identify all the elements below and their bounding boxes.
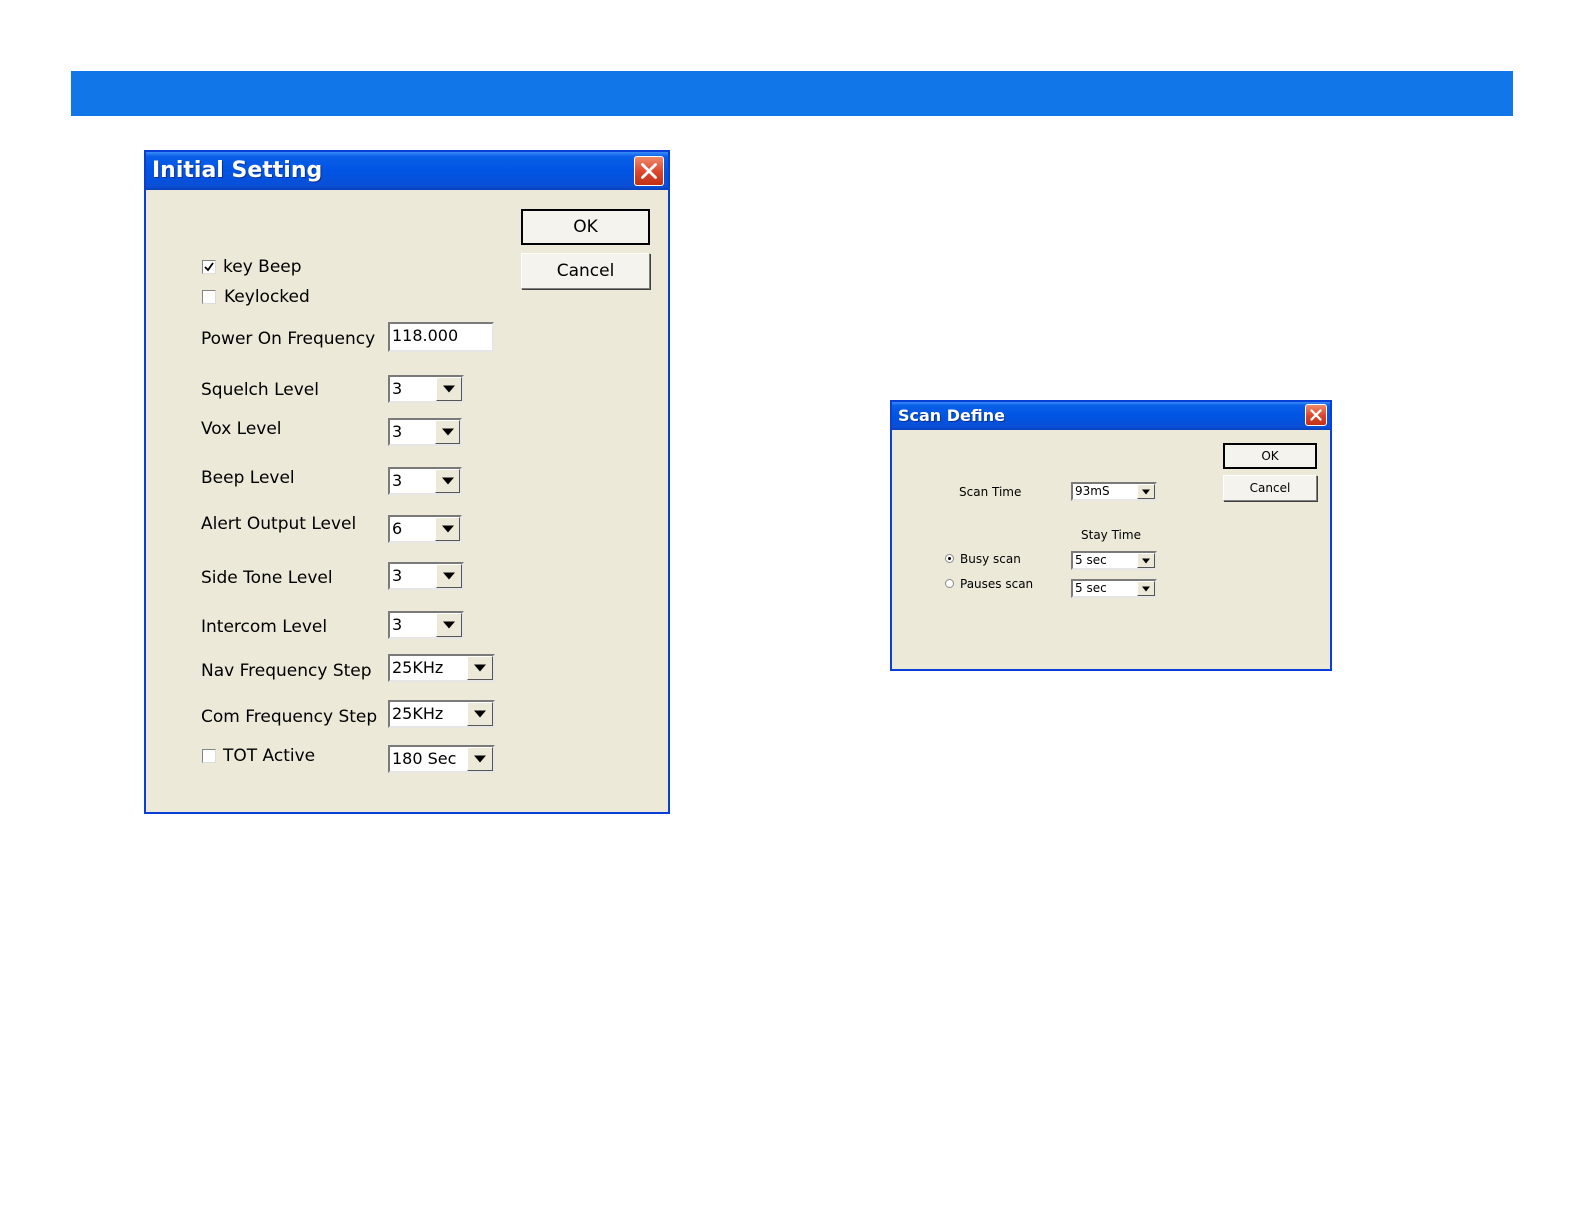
chevron-down-icon bbox=[1142, 489, 1150, 494]
com-frequency-step-dropdown[interactable]: 25KHz bbox=[388, 700, 495, 728]
key-beep-checkbox[interactable] bbox=[202, 260, 216, 274]
cancel-button[interactable]: Cancel bbox=[521, 253, 650, 289]
ok-button[interactable]: OK bbox=[521, 209, 650, 245]
vox-level-label: Vox Level bbox=[201, 419, 282, 439]
scan-define-titlebar[interactable]: Scan Define bbox=[892, 402, 1330, 430]
intercom-level-label: Intercom Level bbox=[201, 617, 328, 637]
radio-selected-dot bbox=[948, 557, 951, 560]
side-tone-level-label: Side Tone Level bbox=[201, 568, 333, 588]
chevron-down-icon bbox=[441, 477, 454, 485]
dropdown-arrow-button[interactable] bbox=[435, 517, 460, 541]
dropdown-arrow-button[interactable] bbox=[1137, 484, 1155, 499]
com-frequency-step-label: Com Frequency Step bbox=[201, 707, 378, 727]
power-on-frequency-label: Power On Frequency bbox=[201, 329, 376, 349]
busy-scan-radio[interactable] bbox=[945, 554, 954, 563]
busy-scan-label: Busy scan bbox=[960, 552, 1021, 566]
side-tone-level-value: 3 bbox=[392, 566, 403, 585]
dropdown-arrow-button[interactable] bbox=[435, 469, 460, 493]
scan-time-label: Scan Time bbox=[959, 485, 1022, 499]
beep-level-value: 3 bbox=[392, 471, 403, 490]
scan-time-dropdown[interactable]: 93mS bbox=[1071, 482, 1157, 501]
chevron-down-icon bbox=[474, 710, 486, 718]
nav-frequency-step-dropdown[interactable]: 25KHz bbox=[388, 654, 495, 682]
dropdown-arrow-button[interactable] bbox=[1137, 581, 1155, 596]
stay-time-label: Stay Time bbox=[1081, 528, 1141, 542]
intercom-level-value: 3 bbox=[392, 615, 403, 634]
alert-output-level-label: Alert Output Level bbox=[201, 514, 357, 534]
initial-setting-dialog: Initial Setting OK Cancel key Beep Keylo… bbox=[144, 150, 670, 814]
initial-setting-title: Initial Setting bbox=[152, 158, 323, 183]
header-banner bbox=[71, 71, 1513, 116]
initial-setting-titlebar[interactable]: Initial Setting bbox=[146, 152, 668, 190]
tot-duration-value: 180 Sec bbox=[392, 749, 457, 768]
squelch-level-dropdown[interactable]: 3 bbox=[388, 375, 464, 403]
beep-level-label: Beep Level bbox=[201, 468, 295, 488]
scan-define-dialog: Scan Define OK Cancel Scan Time 93mS Sta… bbox=[890, 400, 1332, 671]
chevron-down-icon bbox=[443, 385, 455, 393]
alert-output-level-dropdown[interactable]: 6 bbox=[388, 515, 462, 543]
cancel-button[interactable]: Cancel bbox=[1223, 475, 1317, 501]
chevron-down-icon bbox=[1142, 586, 1150, 591]
busy-scan-stay-time-dropdown[interactable]: 5 sec bbox=[1071, 551, 1157, 570]
close-button[interactable] bbox=[1305, 404, 1327, 426]
scan-time-value: 93mS bbox=[1075, 484, 1110, 498]
dropdown-arrow-button[interactable] bbox=[1137, 553, 1155, 568]
tot-active-checkbox[interactable] bbox=[202, 749, 216, 763]
dropdown-arrow-button[interactable] bbox=[436, 564, 462, 588]
chevron-down-icon bbox=[1142, 558, 1150, 563]
power-on-frequency-input[interactable]: 118.000 bbox=[388, 322, 494, 352]
chevron-down-icon bbox=[443, 572, 455, 580]
dropdown-arrow-button[interactable] bbox=[467, 747, 493, 771]
dropdown-arrow-button[interactable] bbox=[467, 656, 493, 680]
close-icon bbox=[1310, 409, 1322, 421]
pauses-scan-radio[interactable] bbox=[945, 579, 954, 588]
pauses-scan-stay-time-dropdown[interactable]: 5 sec bbox=[1071, 579, 1157, 598]
tot-active-label: TOT Active bbox=[223, 746, 316, 766]
dropdown-arrow-button[interactable] bbox=[467, 702, 493, 726]
chevron-down-icon bbox=[474, 664, 486, 672]
key-beep-label: key Beep bbox=[223, 257, 302, 277]
chevron-down-icon bbox=[443, 621, 455, 629]
chevron-down-icon bbox=[441, 525, 454, 533]
vox-level-value: 3 bbox=[392, 422, 403, 441]
checkmark-icon bbox=[204, 262, 214, 272]
keylocked-label: Keylocked bbox=[224, 287, 310, 307]
dropdown-arrow-button[interactable] bbox=[435, 420, 460, 444]
nav-frequency-step-label: Nav Frequency Step bbox=[201, 661, 372, 681]
close-button[interactable] bbox=[634, 156, 664, 186]
dropdown-arrow-button[interactable] bbox=[436, 613, 462, 637]
nav-frequency-step-value: 25KHz bbox=[392, 658, 444, 677]
chevron-down-icon bbox=[474, 755, 486, 763]
tot-duration-dropdown[interactable]: 180 Sec bbox=[388, 745, 495, 773]
chevron-down-icon bbox=[441, 428, 454, 436]
squelch-level-label: Squelch Level bbox=[201, 380, 319, 400]
side-tone-level-dropdown[interactable]: 3 bbox=[388, 562, 464, 590]
scan-define-title: Scan Define bbox=[898, 406, 1005, 425]
keylocked-checkbox[interactable] bbox=[202, 290, 216, 304]
pauses-scan-stay-time-value: 5 sec bbox=[1075, 581, 1107, 595]
close-icon bbox=[641, 163, 657, 179]
power-on-frequency-value: 118.000 bbox=[392, 326, 459, 345]
beep-level-dropdown[interactable]: 3 bbox=[388, 467, 462, 495]
com-frequency-step-value: 25KHz bbox=[392, 704, 444, 723]
alert-output-level-value: 6 bbox=[392, 519, 403, 538]
ok-button[interactable]: OK bbox=[1223, 443, 1317, 469]
intercom-level-dropdown[interactable]: 3 bbox=[388, 611, 464, 639]
vox-level-dropdown[interactable]: 3 bbox=[388, 418, 462, 446]
dropdown-arrow-button[interactable] bbox=[436, 377, 462, 401]
squelch-level-value: 3 bbox=[392, 379, 403, 398]
pauses-scan-label: Pauses scan bbox=[960, 577, 1034, 591]
busy-scan-stay-time-value: 5 sec bbox=[1075, 553, 1107, 567]
